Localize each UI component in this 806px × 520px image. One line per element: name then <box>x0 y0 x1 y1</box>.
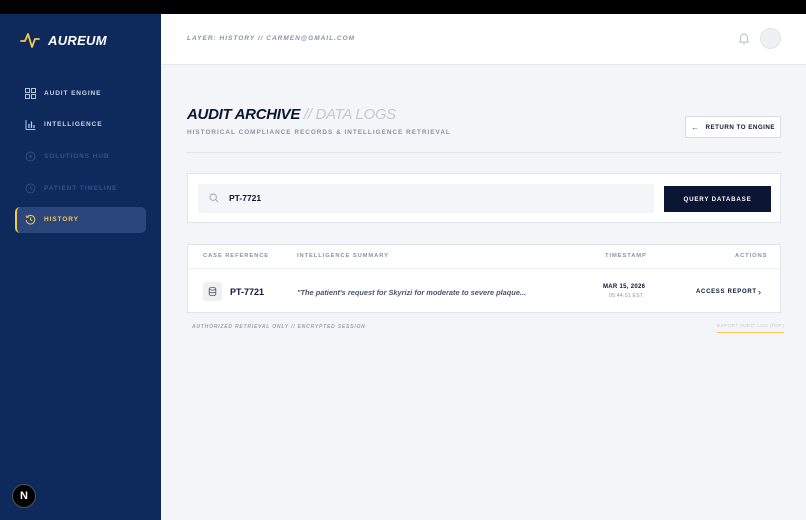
return-to-engine-label: RETURN TO ENGINE <box>705 123 775 131</box>
chevron-right-icon[interactable]: › <box>758 287 761 297</box>
circle-icon <box>25 151 36 162</box>
bar-chart-icon <box>25 119 36 131</box>
timestamp-time: 05:44:01 EST <box>609 293 644 299</box>
search-card: PT-7721 QUERY DATABASE <box>187 173 781 223</box>
sidebar-item-patient-timeline[interactable]: PATIENT TIMELINE <box>15 175 146 201</box>
page-title: AUDIT ARCHIVE // DATA LOGS <box>187 106 396 123</box>
search-input[interactable]: PT-7721 <box>198 184 654 213</box>
clock-icon <box>25 183 36 194</box>
divider <box>187 152 781 153</box>
sidebar-item-label: SOLUTIONS HUB <box>44 152 110 160</box>
sidebar-item-label: AUDIT ENGINE <box>44 89 102 97</box>
sidebar: AUREUM AUDIT ENGINE INTELLIGENCE SOLUTIO… <box>0 14 161 520</box>
breadcrumb: LAYER: HISTORY // CARMEN@GMAIL.COM <box>187 35 356 42</box>
column-header-timestamp: TIMESTAMP <box>605 253 647 259</box>
sidebar-item-intelligence[interactable]: INTELLIGENCE <box>15 112 146 138</box>
grid-icon <box>25 87 36 99</box>
search-icon <box>209 193 219 203</box>
sidebar-item-label: INTELLIGENCE <box>44 121 103 129</box>
top-header: LAYER: HISTORY // CARMEN@GMAIL.COM <box>161 14 806 65</box>
sidebar-item-label: PATIENT TIMELINE <box>44 184 118 192</box>
table-header-divider <box>188 268 780 269</box>
case-reference: PT-7721 <box>230 287 265 297</box>
footer-note: AUTHORIZED RETRIEVAL ONLY // ENCRYPTED S… <box>192 324 366 330</box>
sidebar-item-solutions-hub[interactable]: SOLUTIONS HUB <box>15 143 146 169</box>
n-badge[interactable]: N <box>12 484 36 508</box>
query-database-button[interactable]: QUERY DATABASE <box>664 186 771 212</box>
avatar[interactable] <box>760 28 781 49</box>
timestamp-date: MAR 15, 2026 <box>603 284 646 290</box>
arrow-left-icon: ← <box>691 122 700 132</box>
sidebar-item-label: HISTORY <box>44 216 79 224</box>
sidebar-item-audit-engine[interactable]: AUDIT ENGINE <box>15 80 146 106</box>
bell-icon[interactable] <box>737 31 751 45</box>
return-to-engine-button[interactable]: ← RETURN TO ENGINE <box>685 116 781 138</box>
intelligence-summary: "The patient's request for Skyrizi for m… <box>297 288 527 297</box>
column-header-case-reference: CASE REFERENCE <box>203 253 270 259</box>
top-frame-bar <box>0 0 806 14</box>
search-value: PT-7721 <box>229 193 262 203</box>
export-audit-log-link[interactable]: EXPORT AUDIT LOG (PDF) <box>717 324 785 333</box>
column-header-actions: ACTIONS <box>735 253 768 259</box>
database-icon <box>203 282 222 301</box>
pulse-logo-icon <box>20 33 40 48</box>
column-header-intelligence-summary: INTELLIGENCE SUMMARY <box>297 253 389 259</box>
sidebar-nav: AUDIT ENGINE INTELLIGENCE SOLUTIONS HUB … <box>15 80 146 238</box>
access-report-link[interactable]: ACCESS REPORT <box>696 289 757 295</box>
history-icon <box>25 214 36 225</box>
page-title-suffix: // DATA LOGS <box>300 106 396 123</box>
page-subtitle: HISTORICAL COMPLIANCE RECORDS & INTELLIG… <box>187 129 451 136</box>
page-title-text: AUDIT ARCHIVE <box>187 106 301 123</box>
brand-name: AUREUM <box>48 32 107 48</box>
results-table: CASE REFERENCE INTELLIGENCE SUMMARY TIME… <box>187 244 781 313</box>
brand-logo[interactable]: AUREUM <box>20 30 107 50</box>
sidebar-item-history[interactable]: HISTORY <box>15 206 146 233</box>
